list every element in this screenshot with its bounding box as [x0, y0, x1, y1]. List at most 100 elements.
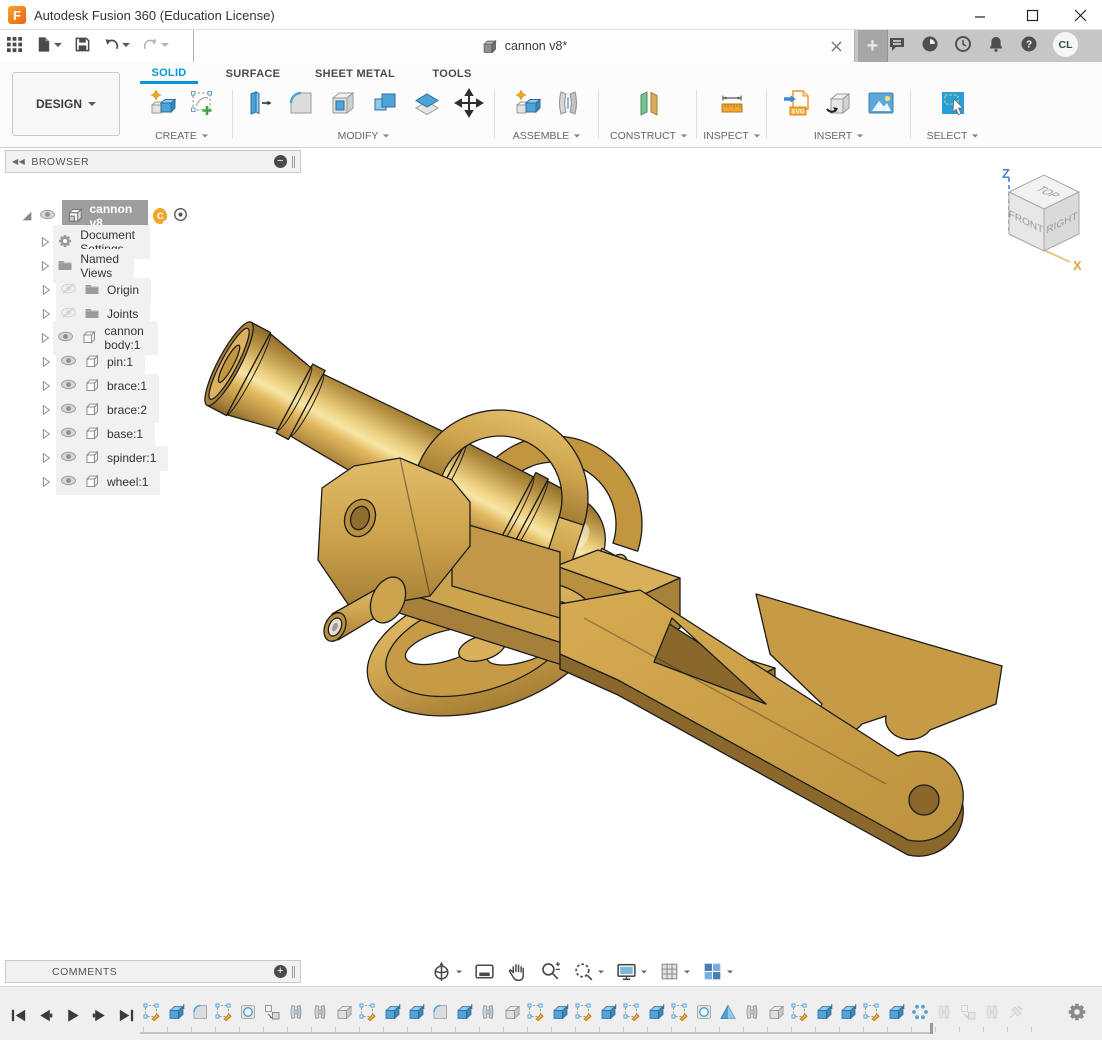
- joint-button[interactable]: [551, 86, 585, 120]
- timeline-feature-box[interactable]: [503, 1003, 521, 1021]
- visibility-eye-icon[interactable]: [39, 208, 56, 224]
- document-tab[interactable]: cannon v8*: [193, 30, 855, 62]
- new-component-button[interactable]: [144, 86, 178, 120]
- model-cannon[interactable]: [0, 148, 1102, 986]
- timeline-feature-joint[interactable]: [479, 1003, 497, 1021]
- timeline-settings-button[interactable]: [1066, 1001, 1088, 1023]
- group-label-insert[interactable]: INSERT: [814, 130, 864, 144]
- timeline-feature-extrude[interactable]: [647, 1003, 665, 1021]
- shell-button[interactable]: [326, 86, 360, 120]
- create-sketch-button[interactable]: [186, 86, 220, 120]
- browser-item-brace-1[interactable]: brace:1: [38, 374, 159, 398]
- expand-icon[interactable]: [38, 402, 54, 418]
- add-comment-icon[interactable]: +: [274, 965, 287, 978]
- tab-sheet-metal[interactable]: SHEET METAL: [306, 64, 404, 84]
- timeline-feature-extrude[interactable]: [887, 1003, 905, 1021]
- timeline-feature-joint[interactable]: [287, 1003, 305, 1021]
- insert-derive-button[interactable]: [822, 86, 856, 120]
- folder-icon[interactable]: [57, 257, 73, 276]
- notifications-button[interactable]: [987, 35, 1005, 58]
- tab-close-button[interactable]: [827, 37, 845, 55]
- timeline-feature-sketch[interactable]: [143, 1003, 161, 1021]
- timeline-feature-sketch[interactable]: [623, 1003, 641, 1021]
- viewports-button[interactable]: [701, 960, 734, 983]
- browser-item-brace-2[interactable]: brace:2: [38, 398, 159, 422]
- browser-collapse-icon[interactable]: −: [274, 155, 287, 168]
- combine-button[interactable]: [368, 86, 402, 120]
- undo-button[interactable]: [103, 36, 130, 53]
- timeline-feature-extrude[interactable]: [815, 1003, 833, 1021]
- timeline-feature-box[interactable]: [335, 1003, 353, 1021]
- expand-icon[interactable]: [20, 208, 34, 224]
- timeline-feature-sketch[interactable]: [863, 1003, 881, 1021]
- timeline-feature-fillet[interactable]: [191, 1003, 209, 1021]
- timeline-feature-joint[interactable]: [311, 1003, 329, 1021]
- timeline-feature-rigid-group-suppressed[interactable]: [1007, 1003, 1025, 1021]
- extensions-button[interactable]: [921, 35, 939, 58]
- timeline-feature-extrude[interactable]: [839, 1003, 857, 1021]
- minimize-button[interactable]: [958, 0, 1002, 30]
- model-canvas[interactable]: ◀◀ BROWSER − cannon v8CDocument Settings…: [0, 148, 1102, 986]
- visibility-eye-icon[interactable]: [60, 354, 77, 370]
- visibility-eye-icon[interactable]: [60, 450, 77, 466]
- activate-radio-icon[interactable]: [173, 207, 188, 225]
- group-label-modify[interactable]: MODIFY: [338, 130, 391, 144]
- play-button[interactable]: [62, 1005, 83, 1026]
- timeline-feature-joint-suppressed[interactable]: [983, 1003, 1001, 1021]
- insert-svg-button[interactable]: SVG: [780, 86, 814, 120]
- timeline-feature-hole[interactable]: [239, 1003, 257, 1021]
- timeline-feature-sketch[interactable]: [215, 1003, 233, 1021]
- job-status-button[interactable]: [954, 35, 972, 58]
- app-grid-button[interactable]: [6, 36, 23, 53]
- save-button[interactable]: [74, 36, 91, 53]
- new-tab-button[interactable]: +: [858, 30, 888, 62]
- measure-button[interactable]: [715, 86, 749, 120]
- browser-item-base-1[interactable]: base:1: [38, 422, 155, 446]
- offset-face-button[interactable]: [410, 86, 444, 120]
- browser-item-origin[interactable]: Origin: [38, 278, 151, 302]
- timeline-feature-extrude[interactable]: [455, 1003, 473, 1021]
- close-button[interactable]: [1058, 0, 1102, 30]
- help-button[interactable]: ?: [1020, 35, 1038, 58]
- browser-grip[interactable]: [292, 156, 295, 168]
- expand-icon[interactable]: [38, 378, 54, 394]
- group-label-construct[interactable]: CONSTRUCT: [610, 130, 688, 144]
- avatar[interactable]: CL: [1053, 32, 1078, 57]
- fillet-button[interactable]: [284, 86, 318, 120]
- browser-item-pin-1[interactable]: pin:1: [38, 350, 145, 374]
- timeline-feature-extrude[interactable]: [167, 1003, 185, 1021]
- timeline-feature-fillet[interactable]: [431, 1003, 449, 1021]
- timeline-feature-joint-suppressed[interactable]: [935, 1003, 953, 1021]
- timeline-feature-mirror[interactable]: [719, 1003, 737, 1021]
- timeline-feature-extrude[interactable]: [599, 1003, 617, 1021]
- expand-icon[interactable]: [38, 474, 54, 490]
- look-at-button[interactable]: [473, 960, 496, 983]
- comments-button[interactable]: [888, 35, 906, 58]
- timeline-feature-sketch[interactable]: [671, 1003, 689, 1021]
- view-cube[interactable]: Z X TOP FRONT RIGHT: [962, 160, 1092, 275]
- group-label-assemble[interactable]: ASSEMBLE: [513, 130, 582, 144]
- maximize-button[interactable]: [1010, 0, 1054, 30]
- redo-button[interactable]: [142, 36, 169, 53]
- timeline-feature-move-copy-suppressed[interactable]: [959, 1003, 977, 1021]
- display-settings-button[interactable]: [615, 960, 648, 983]
- visibility-eye-icon[interactable]: [57, 330, 74, 346]
- tab-tools[interactable]: TOOLS: [424, 64, 480, 84]
- group-label-create[interactable]: CREATE: [155, 130, 209, 144]
- visibility-eye-icon[interactable]: [60, 378, 77, 394]
- visibility-eye-icon[interactable]: [60, 402, 77, 418]
- group-label-inspect[interactable]: INSPECT: [703, 130, 761, 144]
- select-button[interactable]: [936, 86, 970, 120]
- visibility-eye-icon[interactable]: [60, 426, 77, 442]
- timeline-feature-circular-pattern[interactable]: [911, 1003, 929, 1021]
- timeline-feature-joint[interactable]: [743, 1003, 761, 1021]
- new-component-button[interactable]: [509, 86, 543, 120]
- grid-settings-button[interactable]: [658, 960, 691, 983]
- press-pull-button[interactable]: [242, 86, 276, 120]
- expand-icon[interactable]: [38, 426, 54, 442]
- zoom-button[interactable]: [539, 960, 562, 983]
- timeline-feature-extrude[interactable]: [551, 1003, 569, 1021]
- visibility-eye-icon[interactable]: [60, 282, 77, 298]
- comments-grip[interactable]: [292, 966, 295, 978]
- expand-icon[interactable]: [38, 306, 54, 322]
